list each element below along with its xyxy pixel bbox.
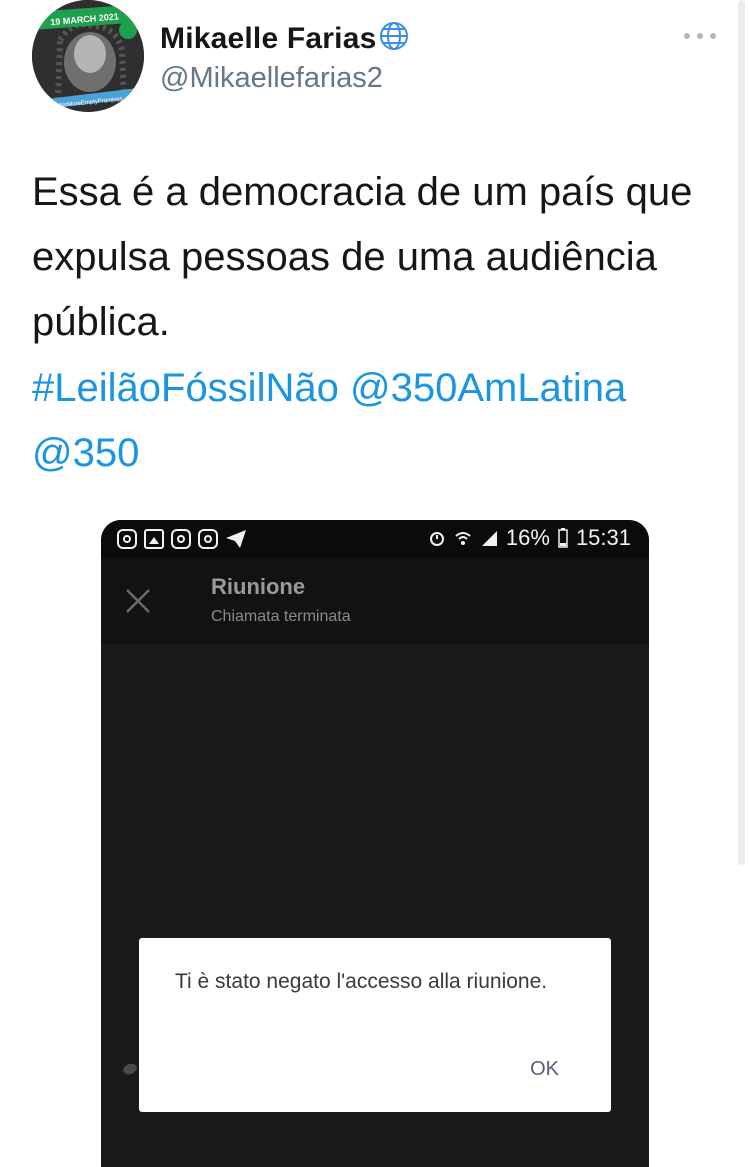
scrollbar[interactable] xyxy=(738,0,745,865)
battery-percent: 16% xyxy=(505,525,550,550)
more-options-icon[interactable] xyxy=(684,24,716,48)
telegram-icon xyxy=(226,530,246,548)
instagram-icon xyxy=(117,529,137,549)
dialog-message: Ti è stato negato l'accesso alla riunion… xyxy=(175,970,548,993)
signal-icon xyxy=(481,531,497,546)
dialog-ok-button[interactable]: OK xyxy=(530,1058,559,1081)
battery-icon xyxy=(558,528,568,548)
instagram-icon xyxy=(171,529,191,549)
alarm-icon xyxy=(429,532,444,546)
user-handle[interactable]: @Mikaellefarias2 xyxy=(160,62,383,95)
gallery-icon xyxy=(144,529,164,549)
display-name-text: Mikaelle Farias xyxy=(160,22,377,55)
call-title: Riunione xyxy=(211,574,306,599)
tweet-text: Essa é a democracia de um país que expul… xyxy=(32,170,693,344)
phone-status-bar: 16% 15:31 xyxy=(101,520,649,558)
display-name[interactable]: Mikaelle Farias xyxy=(160,20,410,56)
tweet-media-image[interactable]: 16% 15:31 Riunione Chiamata terminata Ti… xyxy=(101,520,649,1167)
call-subtitle: Chiamata terminata xyxy=(211,608,351,625)
mention-link-350amlatina[interactable]: @350AmLatina xyxy=(350,366,626,410)
access-denied-dialog: Ti è stato negato l'accesso alla riunion… xyxy=(139,938,611,1112)
hashtag-link[interactable]: #LeilãoFóssilNão xyxy=(32,366,339,410)
wifi-icon xyxy=(455,532,471,545)
mention-link-350[interactable]: @350 xyxy=(32,431,139,475)
avatar-image: 19 MARCH 2021 #NoMoreEmptyPromises xyxy=(32,0,144,112)
tweet-links: #LeilãoFóssilNão @350AmLatina @350 xyxy=(32,356,722,486)
close-icon[interactable] xyxy=(125,588,151,614)
avatar[interactable]: 19 MARCH 2021 #NoMoreEmptyPromises xyxy=(32,0,144,112)
tweet-page: 19 MARCH 2021 #NoMoreEmptyPromises Mikae… xyxy=(0,0,750,1167)
instagram-icon xyxy=(198,529,218,549)
call-app-bar: Riunione Chiamata terminata xyxy=(101,558,649,644)
globe-icon xyxy=(380,22,409,50)
clock-time: 15:31 xyxy=(575,525,631,550)
